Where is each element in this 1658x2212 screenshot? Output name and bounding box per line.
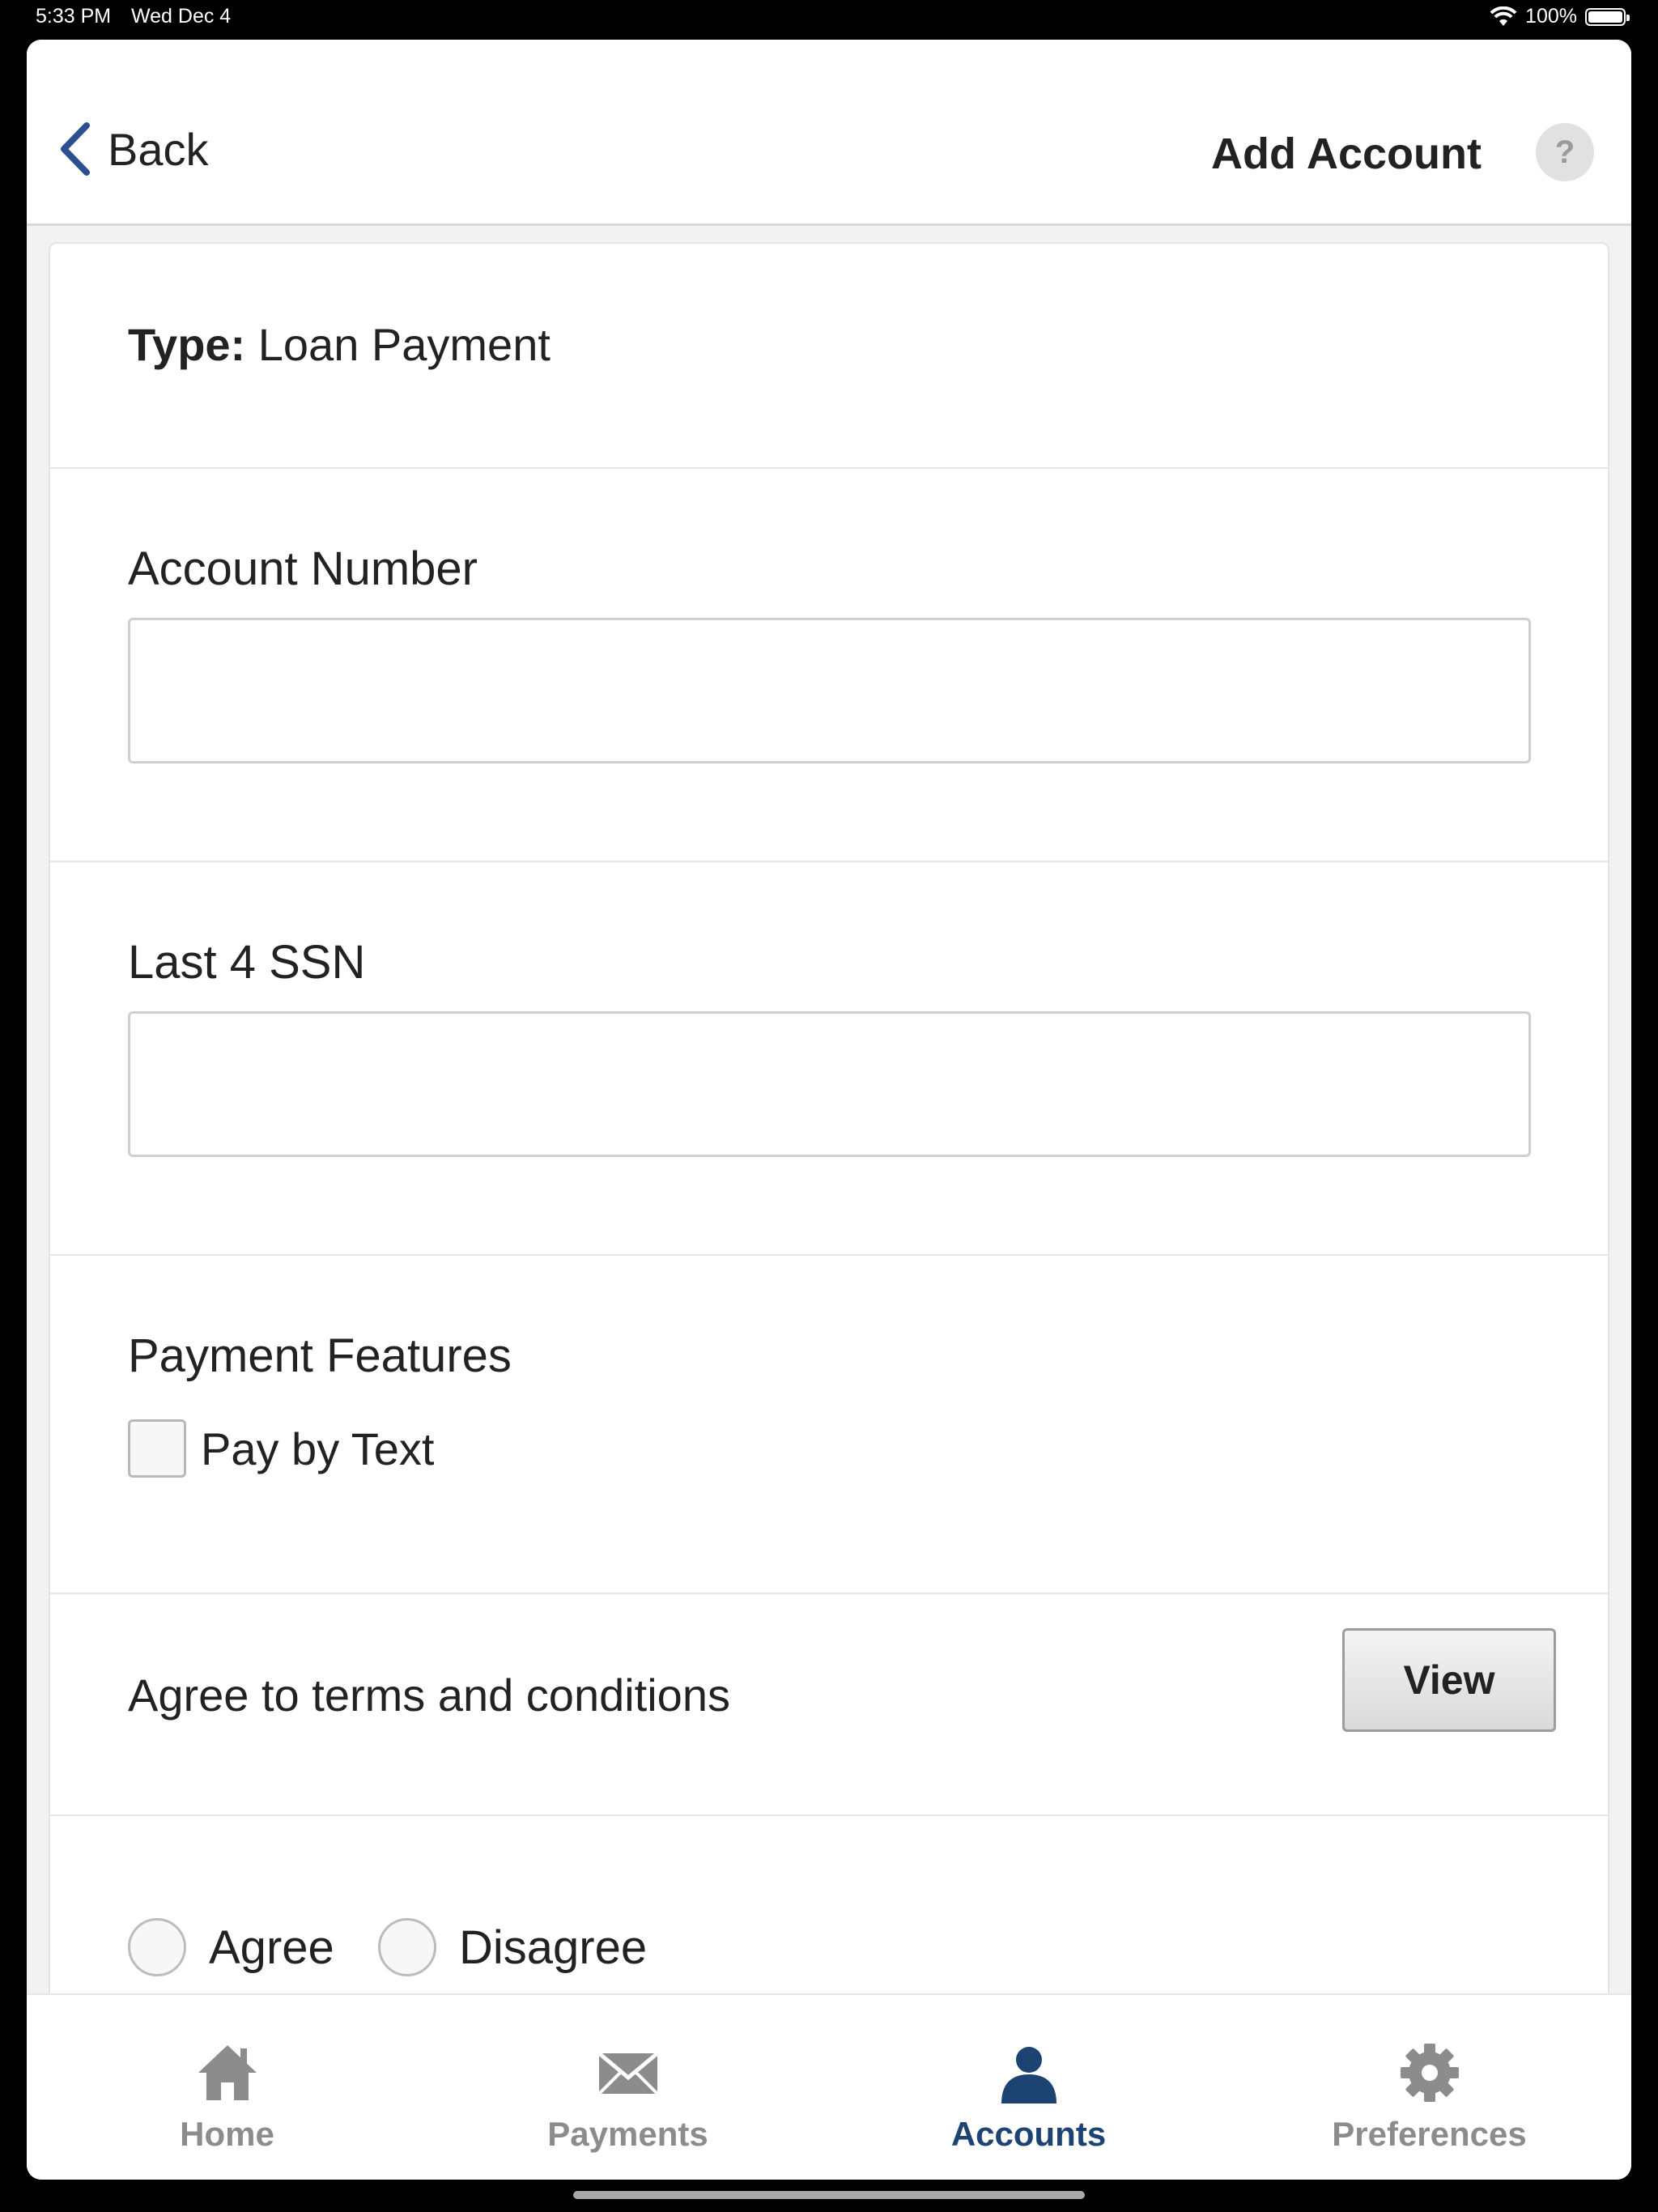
payment-features-title: Payment Features [128,1329,512,1382]
tab-payments[interactable]: Payments [427,1995,828,2180]
type-value: Loan Payment [257,319,551,370]
help-button[interactable]: ? [1536,123,1594,181]
tab-accounts[interactable]: Accounts [828,1995,1229,2180]
page-title: Add Account [1211,130,1482,178]
home-indicator[interactable] [573,2191,1085,2199]
tab-bar: Home Payments Accounts Preferences [27,1993,1631,2180]
tab-preferences-label: Preferences [1332,2115,1527,2153]
person-icon [1001,2047,1056,2104]
home-icon [198,2045,257,2100]
view-terms-button[interactable]: View [1342,1628,1556,1732]
back-label: Back [108,123,209,175]
status-right: 100% [1490,5,1630,28]
account-number-section: Account Number [50,469,1608,862]
tab-payments-label: Payments [547,2115,708,2153]
battery-percent: 100% [1525,5,1577,28]
status-time: 5:33 PM [36,5,112,28]
agree-option[interactable]: Agree [128,1918,334,1976]
pay-by-text-checkbox[interactable] [128,1419,186,1478]
disagree-label: Disagree [459,1921,648,1974]
agree-label: Agree [209,1921,334,1974]
payment-features-section: Payment Features Pay by Text [50,1256,1608,1594]
agree-radio[interactable] [128,1918,186,1976]
nav-header: Back Add Account ? [27,40,1631,226]
battery-icon [1585,7,1630,26]
account-type: Type: Loan Payment [128,318,551,371]
status-date: Wed Dec 4 [131,5,232,28]
ssn-label: Last 4 SSN [128,936,366,989]
pay-by-text-label: Pay by Text [201,1423,435,1474]
ssn-input[interactable] [128,1011,1531,1157]
envelope-icon [597,2052,659,2095]
tab-home-label: Home [180,2115,274,2153]
terms-section: Agree to terms and conditions View [50,1594,1608,1816]
account-number-input[interactable] [128,618,1531,764]
tab-preferences[interactable]: Preferences [1229,1995,1630,2180]
disagree-radio[interactable] [378,1918,436,1976]
pay-by-text-option[interactable]: Pay by Text [128,1419,434,1478]
terms-label: Agree to terms and conditions [128,1670,730,1721]
account-number-label: Account Number [128,542,478,595]
back-button[interactable]: Back [59,122,209,176]
tab-accounts-label: Accounts [950,2115,1107,2153]
form-card: Type: Loan Payment Account Number Last 4… [49,242,1609,2104]
disagree-option[interactable]: Disagree [378,1918,647,1976]
app-window: Back Add Account ? Type: Loan Payment Ac… [27,40,1631,2180]
wifi-icon [1490,6,1517,26]
status-bar: 5:33 PM Wed Dec 4 100% [0,0,1658,39]
chevron-left-icon [61,122,90,176]
type-section: Type: Loan Payment [50,244,1608,469]
type-key: Type: [128,319,246,370]
ssn-section: Last 4 SSN [50,862,1608,1256]
gear-icon [1400,2044,1459,2102]
tab-home[interactable]: Home [27,1995,427,2180]
